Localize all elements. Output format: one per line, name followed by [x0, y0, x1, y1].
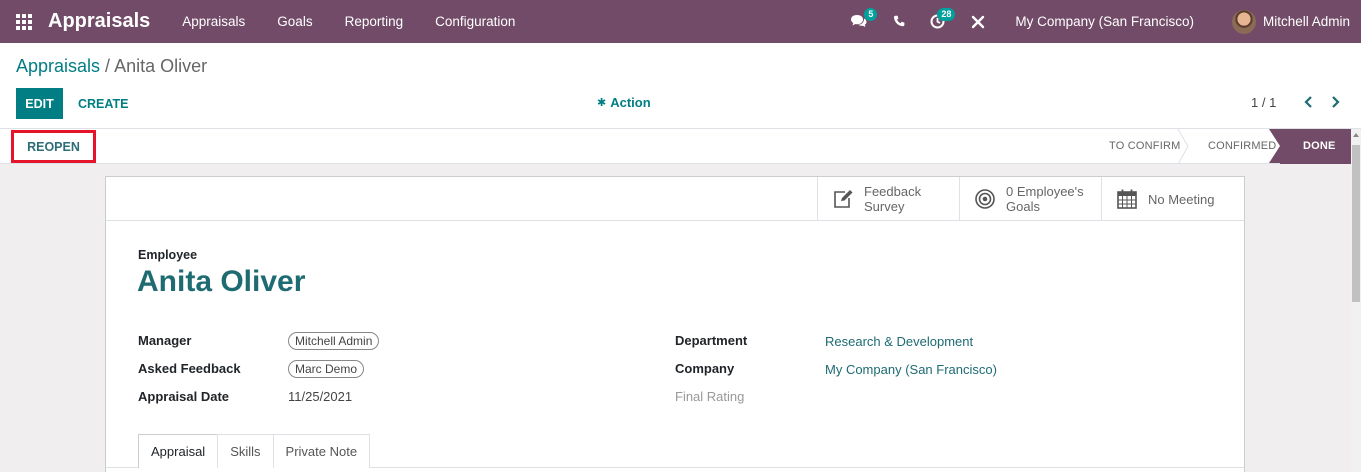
appraisal-date-label: Appraisal Date — [138, 389, 230, 404]
action-label: Action — [610, 95, 651, 110]
tab-private-note[interactable]: Private Note — [272, 434, 371, 468]
create-button[interactable]: CREATE — [70, 88, 136, 119]
stage-arrow — [1269, 129, 1280, 163]
tools-icon — [972, 15, 985, 28]
breadcrumb: Appraisals / Anita Oliver — [16, 56, 207, 77]
asked-feedback-tag[interactable]: Marc Demo — [288, 360, 365, 378]
final-rating-label: Final Rating — [675, 389, 745, 404]
feedback-survey-button[interactable]: Feedback Survey — [817, 177, 959, 221]
meeting-button[interactable]: No Meeting — [1101, 177, 1243, 221]
form-statusbar: REOPEN TO CONFIRM CONFIRMED DONE — [0, 129, 1351, 164]
calendar-icon — [1117, 189, 1137, 209]
stage-confirmed[interactable]: CONFIRMED — [1188, 129, 1280, 164]
menu-goals[interactable]: Goals — [261, 0, 328, 43]
tab-appraisal[interactable]: Appraisal — [138, 434, 219, 468]
app-title[interactable]: Appraisals — [48, 10, 150, 33]
menu-appraisals[interactable]: Appraisals — [166, 0, 261, 43]
messages-count-badge: 5 — [864, 8, 878, 21]
stage-label: DONE — [1303, 140, 1336, 152]
gear-icon: ✱ — [597, 97, 607, 109]
employee-label: Employee — [138, 248, 198, 262]
scroll-thumb[interactable] — [1352, 145, 1360, 302]
phone-icon — [894, 15, 905, 27]
menu-configuration[interactable]: Configuration — [419, 0, 531, 43]
manager-label: Manager — [138, 333, 192, 348]
stage-done[interactable]: DONE — [1269, 129, 1351, 164]
stage-pipeline: TO CONFIRM CONFIRMED DONE — [1099, 129, 1351, 164]
breadcrumb-appraisals-link[interactable]: Appraisals — [16, 56, 100, 76]
reopen-button[interactable]: REOPEN — [11, 130, 96, 163]
feedback-line-1: Feedback — [864, 184, 922, 199]
manager-tag[interactable]: Mitchell Admin — [288, 332, 380, 350]
department-link[interactable]: Research & Development — [825, 334, 973, 349]
appraisal-date-value: 11/25/2021 — [288, 389, 353, 404]
goals-line-2: Goals — [1006, 199, 1040, 214]
breadcrumb-current: Anita Oliver — [114, 56, 208, 76]
bullseye-icon — [975, 189, 995, 209]
pager-next-button[interactable] — [1327, 93, 1343, 111]
activities-count-badge: 28 — [937, 8, 956, 21]
activities-button[interactable]: 28 — [920, 0, 956, 43]
main-menu: Appraisals Goals Reporting Configuration — [166, 0, 531, 43]
form-sheet: Feedback Survey 0 Employee's Goals No Me… — [105, 176, 1245, 472]
systray: 5 28 My Company (San Francisco) Mitchell… — [840, 0, 1361, 43]
control-panel: Appraisals / Anita Oliver EDIT CREATE ✱ … — [0, 43, 1361, 129]
goals-line-1: 0 Employee's — [1006, 184, 1084, 199]
employee-goals-button[interactable]: 0 Employee's Goals — [959, 177, 1101, 221]
user-menu[interactable]: Mitchell Admin — [1210, 9, 1361, 34]
debug-tools-button[interactable] — [961, 0, 995, 43]
page-scrollbar[interactable] — [1351, 129, 1361, 472]
user-name: Mitchell Admin — [1262, 14, 1350, 29]
chevron-right-icon — [1331, 96, 1340, 108]
company-switcher[interactable]: My Company (San Francisco) — [995, 14, 1210, 29]
edit-button[interactable]: EDIT — [16, 88, 63, 119]
messages-button[interactable]: 5 — [840, 0, 878, 43]
pager-previous-button[interactable] — [1300, 93, 1316, 111]
feedback-line-2: Survey — [864, 199, 905, 214]
smart-button-box: Feedback Survey 0 Employee's Goals No Me… — [106, 177, 1244, 221]
top-navbar: Appraisals Appraisals Goals Reporting Co… — [0, 0, 1361, 43]
menu-reporting[interactable]: Reporting — [329, 0, 420, 43]
pencil-square-icon — [834, 190, 853, 208]
company-label: Company — [675, 361, 735, 376]
apps-menu-icon[interactable] — [0, 0, 48, 43]
avatar — [1231, 9, 1256, 34]
company-link[interactable]: My Company (San Francisco) — [825, 362, 997, 377]
phone-button[interactable] — [883, 0, 916, 43]
action-dropdown[interactable]: ✱ Action — [597, 95, 651, 110]
breadcrumb-separator: / — [100, 56, 115, 76]
meeting-label: No Meeting — [1148, 191, 1215, 207]
stage-label: CONFIRMED — [1208, 140, 1277, 152]
tab-skills[interactable]: Skills — [217, 434, 274, 468]
pager-value[interactable]: 1 / 1 — [1251, 95, 1276, 110]
department-label: Department — [675, 333, 748, 348]
employee-name: Anita Oliver — [137, 265, 306, 298]
scroll-up-arrow[interactable] — [1351, 129, 1361, 143]
asked-feedback-label: Asked Feedback — [138, 361, 241, 376]
stage-to-confirm[interactable]: TO CONFIRM — [1099, 129, 1189, 164]
chevron-left-icon — [1303, 96, 1312, 108]
notebook-tabs: Appraisal Skills Private Note — [138, 434, 371, 468]
stage-label: TO CONFIRM — [1109, 140, 1181, 152]
